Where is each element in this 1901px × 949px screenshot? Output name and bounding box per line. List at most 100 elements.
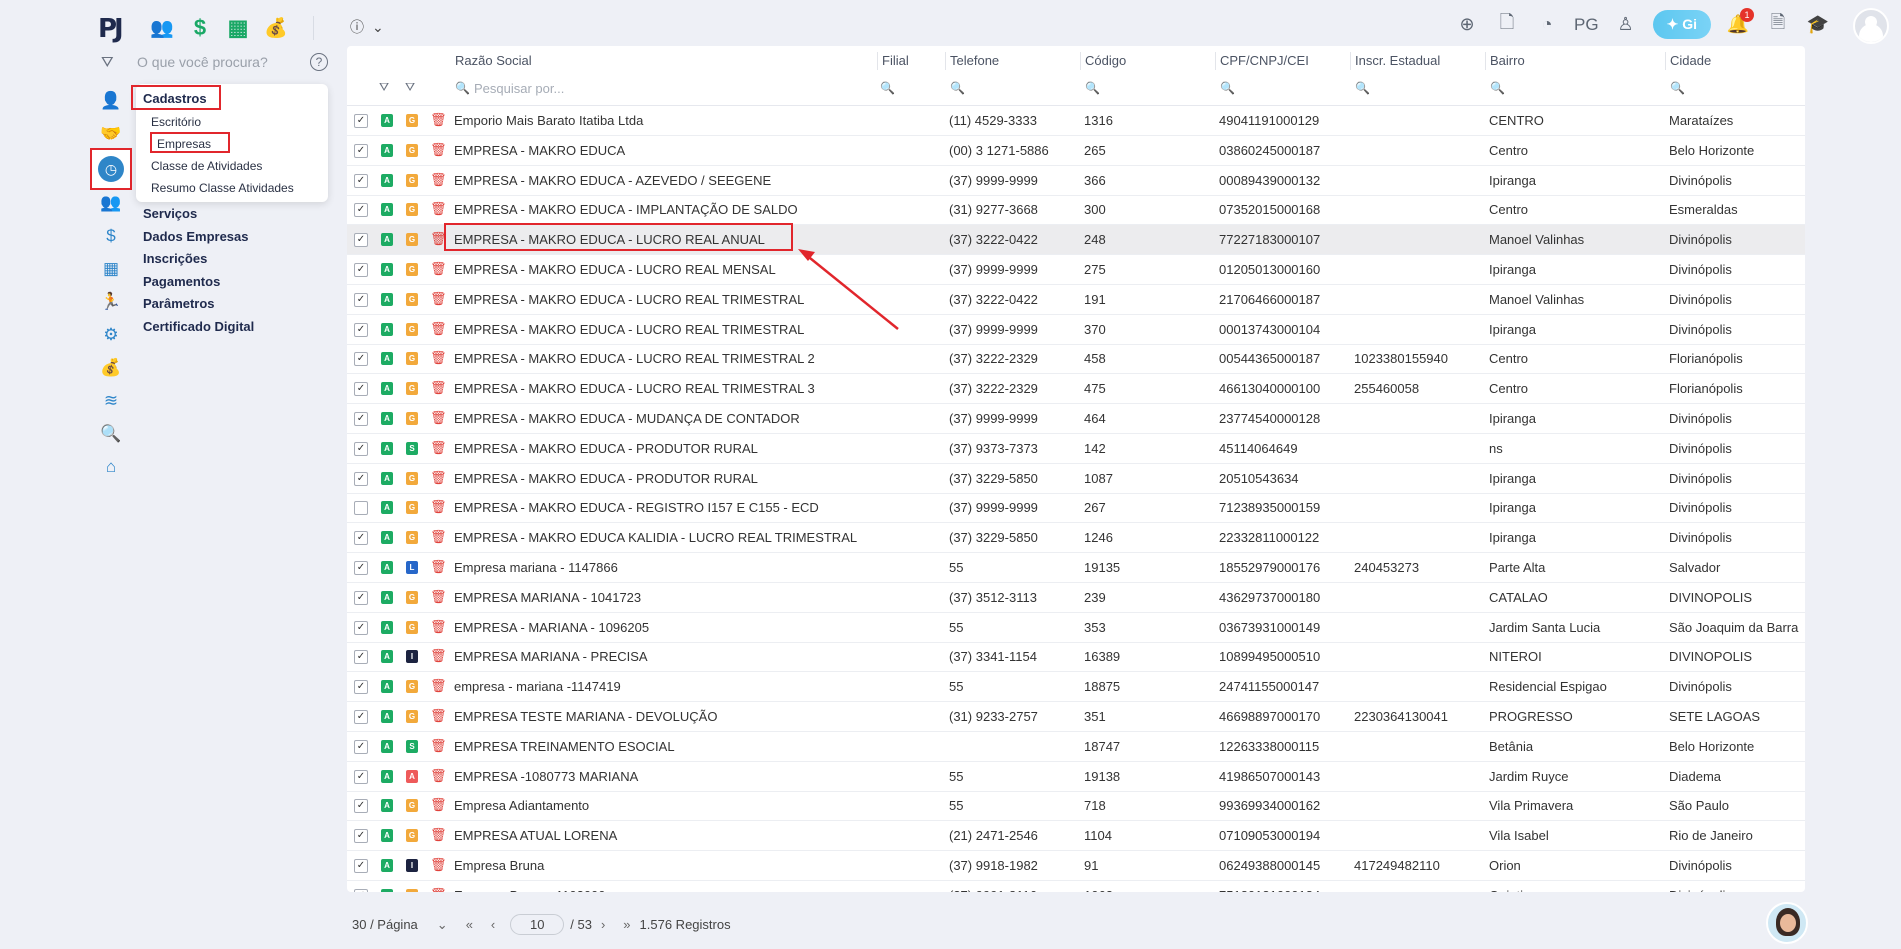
- trash-icon[interactable]: 🗑: [430, 440, 447, 456]
- table-row[interactable]: ✓ A G 🗑 EMPRESA - MAKRO EDUCA - AZEVEDO / SE…: [347, 166, 1805, 196]
- trash-icon[interactable]: 🗑: [430, 112, 447, 128]
- report-search-icon[interactable]: 🗎: [1765, 12, 1791, 38]
- app-logo[interactable]: PJ: [98, 14, 124, 44]
- trash-icon[interactable]: 🗑: [430, 261, 447, 277]
- menu-item-classe-atividades[interactable]: Classe de Atividades: [151, 159, 262, 173]
- table-row[interactable]: ✓ A G 🗑 EMPRESA - MAKRO EDUCA - MUDANÇA DE C…: [347, 404, 1805, 434]
- trash-icon[interactable]: 🗑: [430, 648, 447, 664]
- search-icon[interactable]: 🔍: [1355, 81, 1370, 95]
- handshake-icon[interactable]: 🤝: [96, 119, 126, 149]
- table-row[interactable]: ✓ A G 🗑 EMPRESA - MAKRO EDUCA - LUCRO REAL M…: [347, 255, 1805, 285]
- trash-icon[interactable]: 🗑: [430, 827, 447, 843]
- search-icon[interactable]: 🔍: [950, 81, 965, 95]
- trash-icon[interactable]: 🗑: [430, 201, 447, 217]
- table-row[interactable]: A G 🗑 EMPRESA - MAKRO EDUCA - REGISTRO I157…: [347, 493, 1805, 524]
- table-row[interactable]: ✓ A S 🗑 EMPRESA - MAKRO EDUCA - PRODUTOR RUR…: [347, 434, 1805, 464]
- table-row[interactable]: ✓ A G 🗑 EMPRESA - MAKRO EDUCA - LUCRO REAL T…: [347, 344, 1805, 375]
- info-dropdown[interactable]: ⓘ ⌄: [350, 17, 384, 37]
- row-checkbox[interactable]: ✓: [354, 829, 368, 844]
- row-checkbox[interactable]: ✓: [354, 680, 368, 695]
- user-icon[interactable]: ♙: [1613, 12, 1639, 38]
- table-row[interactable]: ✓ A G 🗑 EMPRESA - MARIANA - 1096205 55 353 0367…: [347, 613, 1805, 643]
- row-checkbox[interactable]: ✓: [354, 561, 368, 575]
- row-checkbox[interactable]: ✓: [354, 769, 368, 784]
- row-checkbox[interactable]: [354, 501, 368, 516]
- menu-item-escritorio[interactable]: Escritório: [151, 115, 201, 129]
- table-row[interactable]: ✓ A G 🗑 EMPRESA - MAKRO EDUCA - LUCRO REAL T…: [347, 374, 1805, 405]
- table-row[interactable]: ✓ A I 🗑 Empresa Bruna (37) 9918-1982 91 0624938…: [347, 851, 1805, 881]
- sidebar-item-servicos[interactable]: Serviços: [143, 206, 254, 229]
- trash-icon[interactable]: 🗑: [430, 350, 447, 366]
- sidebar-item-inscricoes[interactable]: Inscrições: [143, 251, 254, 274]
- row-checkbox[interactable]: ✓: [354, 173, 368, 188]
- running-person-icon[interactable]: 🏃: [96, 287, 126, 317]
- search-icon[interactable]: 🔍: [96, 419, 126, 449]
- trash-icon[interactable]: 🗑: [430, 738, 447, 754]
- row-checkbox[interactable]: ✓: [354, 382, 368, 397]
- user-avatar[interactable]: [1853, 8, 1889, 44]
- globe-icon[interactable]: ⚙: [96, 320, 126, 350]
- grid-icon[interactable]: ▦: [224, 14, 252, 42]
- add-circle-icon[interactable]: ⊕: [1454, 12, 1480, 38]
- row-checkbox[interactable]: ✓: [354, 471, 368, 486]
- col-cidade[interactable]: Cidade: [1670, 53, 1711, 68]
- sidebar-item-dados-empresas[interactable]: Dados Empresas: [143, 229, 254, 252]
- first-page-icon[interactable]: «: [466, 917, 473, 932]
- table-row[interactable]: ✓ A G 🗑 EMPRESA - MAKRO EDUCA KALIDIA - LUCR…: [347, 523, 1805, 554]
- col-codigo[interactable]: Código: [1085, 53, 1126, 68]
- pg-button[interactable]: PG: [1574, 15, 1599, 35]
- table-row[interactable]: ✓ A G 🗑 empresa - mariana -1147419 55 18875 247…: [347, 672, 1805, 703]
- speedometer-icon[interactable]: ◔: [1534, 12, 1560, 38]
- row-checkbox[interactable]: ✓: [354, 352, 368, 367]
- row-checkbox[interactable]: ✓: [354, 143, 368, 158]
- table-row[interactable]: ✓ A I 🗑 EMPRESA MARIANA - PRECISA (37) 3341-1…: [347, 642, 1805, 673]
- assistant-avatar[interactable]: [1766, 902, 1808, 944]
- trash-icon[interactable]: 🗑: [430, 499, 447, 515]
- trash-icon[interactable]: 🗑: [430, 708, 447, 724]
- row-checkbox[interactable]: ✓: [354, 888, 368, 892]
- clock-icon[interactable]: ◷: [90, 148, 132, 190]
- users-icon[interactable]: 👥: [96, 188, 126, 218]
- menu-item-resumo-classe[interactable]: Resumo Classe Atividades: [151, 181, 294, 195]
- row-checkbox[interactable]: ✓: [354, 412, 368, 426]
- row-checkbox[interactable]: ✓: [354, 739, 368, 754]
- table-row[interactable]: ✓ A G 🗑 EMPRESA - MAKRO EDUCA - PRODUTOR RUR…: [347, 464, 1805, 494]
- money-bag-icon[interactable]: 💰: [262, 14, 290, 42]
- col-telefone[interactable]: Telefone: [950, 53, 999, 68]
- help-icon[interactable]: ?: [310, 53, 328, 71]
- filter-icon[interactable]: ⛛: [379, 80, 389, 95]
- razao-search-input[interactable]: Pesquisar por...: [474, 81, 564, 96]
- graduation-cap-icon[interactable]: 🎓: [1805, 12, 1831, 38]
- row-checkbox[interactable]: ✓: [354, 263, 368, 277]
- trash-icon[interactable]: 🗑: [430, 887, 447, 892]
- sidebar-item-parametros[interactable]: Parâmetros: [143, 296, 254, 319]
- chevron-down-icon[interactable]: ⌄: [437, 917, 448, 933]
- search-icon[interactable]: 🔍: [1670, 81, 1685, 95]
- row-checkbox[interactable]: ✓: [354, 859, 368, 873]
- trash-icon[interactable]: 🗑: [430, 172, 447, 188]
- table-row[interactable]: ✓ A G 🗑 Emporio Mais Barato Itatiba Ltda (11)…: [347, 106, 1805, 136]
- trash-icon[interactable]: 🗑: [430, 589, 447, 605]
- table-row[interactable]: ✓ A G 🗑 EMPRESA TESTE MARIANA - DEVOLUÇÃO (31…: [347, 702, 1805, 732]
- table-row[interactable]: ✓ A G 🗑 EMPRESA ATUAL LORENA (21) 2471-2546 11…: [347, 821, 1805, 852]
- col-inscr-estadual[interactable]: Inscr. Estadual: [1355, 53, 1440, 68]
- bell-icon[interactable]: 🔔 1: [1725, 7, 1754, 38]
- table-row[interactable]: ✓ A S 🗑 EMPRESA TREINAMENTO ESOCIAL 18747 1226…: [347, 732, 1805, 762]
- table-row[interactable]: ✓ A G 🗑 EMPRESA - MAKRO EDUCA - IMPLANTAÇÃO …: [347, 195, 1805, 226]
- trash-icon[interactable]: 🗑: [430, 619, 447, 635]
- row-checkbox[interactable]: ✓: [354, 590, 368, 605]
- user-tie-icon[interactable]: 👤: [96, 86, 126, 116]
- trash-icon[interactable]: 🗑: [430, 678, 447, 694]
- trash-icon[interactable]: 🗑: [430, 470, 447, 486]
- page-number-input[interactable]: 10: [510, 914, 565, 935]
- col-filial[interactable]: Filial: [882, 53, 909, 68]
- table-row[interactable]: ✓ A A 🗑 EMPRESA -1080773 MARIANA 55 19138 41986…: [347, 762, 1805, 792]
- table-row[interactable]: ✓ A L 🗑 Empresa mariana - 1147866 55 19135 1855…: [347, 553, 1805, 583]
- table-row[interactable]: ✓ A G 🗑 EMPRESA - MAKRO EDUCA - LUCRO REAL T…: [347, 315, 1805, 345]
- search-icon[interactable]: 🔍: [1085, 81, 1100, 95]
- trash-icon[interactable]: 🗑: [430, 797, 447, 813]
- trash-icon[interactable]: 🗑: [430, 291, 447, 307]
- table-row[interactable]: ✓ A G 🗑 Empresa Bruna - 1102000 (37) 9991-811…: [347, 881, 1805, 892]
- calculator-icon[interactable]: ▦: [96, 254, 126, 284]
- trash-icon[interactable]: 🗑: [430, 321, 447, 337]
